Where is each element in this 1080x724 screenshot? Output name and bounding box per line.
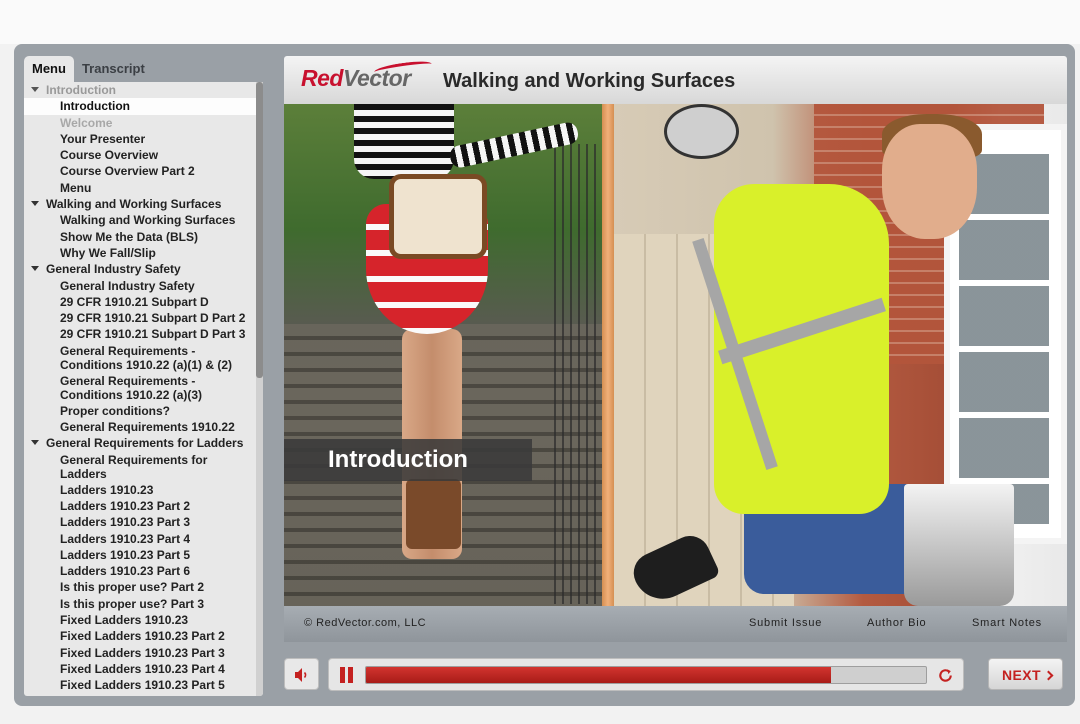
menu-item[interactable]: Walking and Working Surfaces <box>24 212 256 228</box>
menu-section[interactable]: General Requirements for Ladders <box>24 435 256 451</box>
chevron-right-icon <box>1043 670 1054 681</box>
menu-item[interactable]: General Industry Safety <box>24 278 256 294</box>
menu-item[interactable]: Course Overview <box>24 147 256 163</box>
photo-worker-painting <box>614 104 1067 606</box>
menu-item[interactable]: General Requirements - Conditions 1910.2… <box>24 373 256 403</box>
satellite-dish-graphic <box>664 104 739 159</box>
author-bio-link[interactable]: Author Bio <box>867 617 926 629</box>
copyright-text: © RedVector.com, LLC <box>304 617 427 629</box>
logo-text-red: Red <box>301 65 343 91</box>
menu-item[interactable]: Show Me the Data (BLS) <box>24 229 256 245</box>
woman-boots-graphic <box>406 479 461 549</box>
menu-item[interactable]: 29 CFR 1910.21 Subpart D Part 2 <box>24 310 256 326</box>
menu-item[interactable]: Fixed Ladders 1910.23 Part 5 <box>24 677 256 693</box>
sidebar-tabs: Menu Transcript <box>24 56 153 82</box>
menu-item[interactable]: Fixed Ladders 1910.23 <box>24 612 256 628</box>
course-title: Walking and Working Surfaces <box>443 70 736 92</box>
slide-footer: © RedVector.com, LLC Submit Issue Author… <box>284 606 1067 642</box>
playback-bar <box>328 658 964 691</box>
menu-item[interactable]: General Requirements for Ladders <box>24 452 256 482</box>
menu-item[interactable]: Fixed Ladders 1910.23 Part 4 <box>24 661 256 677</box>
menu-item[interactable]: Ladders 1910.23 <box>24 482 256 498</box>
slide-stage: Introduction <box>284 104 1067 606</box>
next-button[interactable]: NEXT <box>988 658 1063 690</box>
next-button-label: NEXT <box>1002 667 1041 683</box>
progress-track[interactable] <box>365 666 927 684</box>
photo-woman-on-stairs <box>284 104 602 606</box>
menu-panel: Introduction Introduction Welcome Your Pres… <box>24 82 263 696</box>
railing-graphic <box>554 144 602 604</box>
pause-button[interactable] <box>339 667 355 683</box>
menu-item[interactable]: Fixed Ladders 1910.23 Part 3 <box>24 645 256 661</box>
menu-item[interactable]: Is this proper use? Part 2 <box>24 579 256 595</box>
paint-bucket-graphic <box>904 484 1014 606</box>
tab-menu[interactable]: Menu <box>24 56 74 82</box>
photo-divider <box>602 104 614 606</box>
menu-item[interactable]: Menu <box>24 180 256 196</box>
menu-item[interactable]: Your Presenter <box>24 131 256 147</box>
menu-item[interactable]: Welcome <box>24 115 256 131</box>
menu-scrollbar-track[interactable] <box>256 82 263 696</box>
menu-item[interactable]: General Requirements 1910.22 <box>24 419 256 435</box>
menu-item[interactable]: 29 CFR 1910.21 Subpart D <box>24 294 256 310</box>
submit-issue-link[interactable]: Submit Issue <box>749 617 822 629</box>
menu-item[interactable]: Ladders 1910.23 Part 4 <box>24 531 256 547</box>
handbag-graphic <box>389 174 487 259</box>
menu-item[interactable]: 29 CFR 1910.21 Subpart D Part 3 <box>24 326 256 342</box>
mute-button[interactable] <box>284 658 319 690</box>
slide-title-overlay: Introduction <box>284 439 532 481</box>
course-player: Menu Transcript Introduction Introduction… <box>14 44 1075 706</box>
progress-fill <box>366 667 831 683</box>
menu-section[interactable]: Introduction <box>24 82 256 98</box>
menu-item[interactable]: General Requirements - Conditions 1910.2… <box>24 343 256 373</box>
replay-button[interactable] <box>936 666 955 685</box>
menu-item[interactable]: Course Overview Part 2 <box>24 163 256 179</box>
page-top-band <box>0 0 1080 44</box>
menu-item[interactable]: Ladders 1910.23 Part 3 <box>24 514 256 530</box>
replay-icon <box>939 669 952 682</box>
pause-icon <box>340 667 345 683</box>
smart-notes-link[interactable]: Smart Notes <box>972 617 1042 629</box>
menu-scrollbar-thumb[interactable] <box>256 82 263 378</box>
menu-item[interactable]: Ladders 1910.23 Part 2 <box>24 498 256 514</box>
course-header: RedVector Walking and Working Surfaces <box>284 56 1067 104</box>
menu-item[interactable]: Fixed Ladders 1910.23 Part 2 <box>24 628 256 644</box>
menu-item[interactable]: Ladders 1910.23 Part 6 <box>24 563 256 579</box>
menu-section[interactable]: Walking and Working Surfaces <box>24 196 256 212</box>
speaker-icon <box>295 668 307 682</box>
woman-top-graphic <box>354 104 454 179</box>
menu-item[interactable]: Introduction <box>24 98 256 115</box>
menu-list: Introduction Introduction Welcome Your Pres… <box>24 82 256 694</box>
pause-icon <box>348 667 353 683</box>
menu-item[interactable]: Proper conditions? <box>24 403 256 419</box>
menu-item[interactable]: Is this proper use? Part 3 <box>24 596 256 612</box>
worker-head-graphic <box>882 124 977 239</box>
menu-item[interactable]: Ladders 1910.23 Part 5 <box>24 547 256 563</box>
menu-item[interactable]: Why We Fall/Slip <box>24 245 256 261</box>
tab-transcript[interactable]: Transcript <box>74 56 153 82</box>
menu-section[interactable]: General Industry Safety <box>24 261 256 277</box>
